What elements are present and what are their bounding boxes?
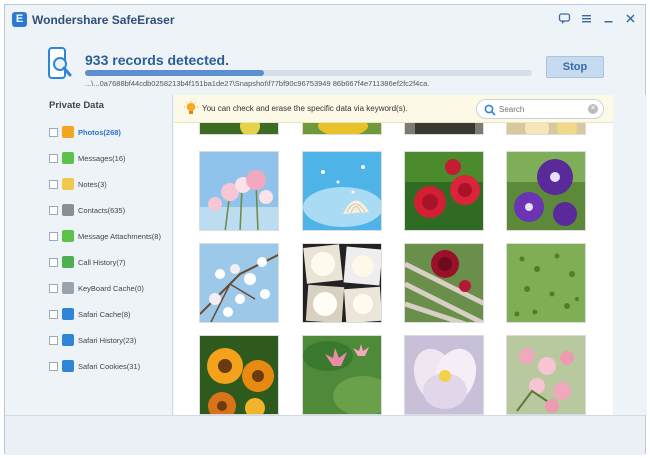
photo-thumbnail[interactable] bbox=[302, 243, 382, 323]
contacts-icon bbox=[62, 204, 74, 216]
close-icon[interactable] bbox=[624, 12, 637, 25]
checkbox[interactable] bbox=[49, 231, 58, 241]
sidebar-title: Private Data bbox=[49, 100, 104, 111]
photo-thumbnail[interactable] bbox=[199, 123, 279, 135]
sidebar-item[interactable]: Contacts(635) bbox=[49, 197, 161, 223]
attachments-icon bbox=[62, 230, 74, 242]
app-title: Wondershare SafeEraser bbox=[32, 13, 175, 27]
keyboard-cache-icon bbox=[62, 282, 74, 294]
sidebar-item[interactable]: Safari History(23) bbox=[49, 327, 161, 353]
checkbox[interactable] bbox=[49, 335, 58, 345]
scroll-gutter bbox=[613, 95, 647, 415]
sidebar-item[interactable]: Message Attachments(8) bbox=[49, 223, 161, 249]
sidebar-item-label: Notes(3) bbox=[78, 179, 107, 189]
stop-button[interactable]: Stop bbox=[546, 56, 604, 78]
photo-thumbnail[interactable] bbox=[506, 335, 586, 415]
photo-thumbnail[interactable] bbox=[404, 123, 484, 135]
sidebar-item[interactable]: Photos(268) bbox=[49, 119, 161, 145]
photo-thumbnail[interactable] bbox=[404, 335, 484, 415]
sidebar-item[interactable]: Safari Cookies(31) bbox=[49, 353, 161, 379]
sidebar-item-label: Safari History(23) bbox=[78, 335, 137, 345]
records-detected-text: 933 records detected. bbox=[85, 52, 229, 68]
title-bar: E Wondershare SafeEraser bbox=[5, 5, 645, 33]
search-box: ✕ bbox=[476, 99, 604, 119]
notes-icon bbox=[62, 178, 74, 190]
safari-icon bbox=[62, 308, 74, 320]
sidebar-item-label: Photos(268) bbox=[78, 127, 121, 137]
scan-path-text: ...\...0a7688bf44cdb0258213b4f151ba1de27… bbox=[85, 79, 430, 88]
scan-progress-fill bbox=[85, 70, 264, 76]
sidebar-item-label: Message Attachments(8) bbox=[78, 231, 161, 241]
scan-progress-bar bbox=[85, 70, 532, 76]
checkbox[interactable] bbox=[49, 361, 58, 371]
call-history-icon bbox=[62, 256, 74, 268]
sidebar-item-label: KeyBoard Cache(0) bbox=[78, 283, 144, 293]
safari-icon bbox=[62, 360, 74, 372]
minimize-icon[interactable] bbox=[602, 12, 615, 25]
sidebar-item-label: Messages(16) bbox=[78, 153, 126, 163]
sidebar-item-label: Safari Cookies(31) bbox=[78, 361, 141, 371]
checkbox[interactable] bbox=[49, 283, 58, 293]
search-icon bbox=[484, 103, 496, 116]
sidebar-item[interactable]: Notes(3) bbox=[49, 171, 161, 197]
checkbox[interactable] bbox=[49, 179, 58, 189]
sidebar-item-label: Call History(7) bbox=[78, 257, 126, 267]
photo-thumbnail[interactable] bbox=[404, 151, 484, 231]
checkbox[interactable] bbox=[49, 153, 58, 163]
app-logo-icon: E bbox=[12, 12, 27, 27]
photo-thumbnail[interactable] bbox=[404, 243, 484, 323]
photo-thumbnail[interactable] bbox=[199, 243, 279, 323]
sidebar-item[interactable]: Safari Cache(8) bbox=[49, 301, 161, 327]
sidebar-item-label: Contacts(635) bbox=[78, 205, 126, 215]
keyword-bar: You can check and erase the specific dat… bbox=[174, 95, 613, 123]
photos-icon bbox=[62, 126, 74, 138]
window-controls bbox=[558, 12, 637, 25]
phone-scan-icon bbox=[47, 47, 73, 81]
sidebar-item-label: Safari Cache(8) bbox=[78, 309, 131, 319]
photo-thumbnail[interactable] bbox=[199, 151, 279, 231]
photo-thumbnail[interactable] bbox=[506, 151, 586, 231]
search-input[interactable] bbox=[499, 102, 583, 116]
safari-icon bbox=[62, 334, 74, 346]
photo-thumbnail[interactable] bbox=[506, 243, 586, 323]
photo-thumbnail[interactable] bbox=[506, 123, 586, 135]
keyword-hint-text: You can check and erase the specific dat… bbox=[202, 104, 408, 113]
checkbox[interactable] bbox=[49, 257, 58, 267]
checkbox[interactable] bbox=[49, 309, 58, 319]
sidebar-item[interactable]: Call History(7) bbox=[49, 249, 161, 275]
sidebar-list: Photos(268) Messages(16) Notes(3) Contacts(… bbox=[49, 119, 161, 379]
photo-thumbnail[interactable] bbox=[302, 335, 382, 415]
messages-icon bbox=[62, 152, 74, 164]
checkbox[interactable] bbox=[49, 127, 58, 137]
lightbulb-icon bbox=[184, 101, 198, 116]
sidebar-item[interactable]: KeyBoard Cache(0) bbox=[49, 275, 161, 301]
feedback-icon[interactable] bbox=[558, 12, 571, 25]
photo-thumbnail[interactable] bbox=[302, 123, 382, 135]
photo-thumbnail[interactable] bbox=[302, 151, 382, 231]
sidebar-item[interactable]: Messages(16) bbox=[49, 145, 161, 171]
photo-grid bbox=[174, 123, 613, 415]
checkbox[interactable] bbox=[49, 205, 58, 215]
app-window: E Wondershare SafeEraser 933 records det… bbox=[4, 4, 647, 455]
menu-icon[interactable] bbox=[580, 12, 593, 25]
footer-bar bbox=[5, 415, 645, 455]
photo-thumbnail[interactable] bbox=[199, 335, 279, 415]
clear-search-icon[interactable]: ✕ bbox=[588, 104, 598, 114]
